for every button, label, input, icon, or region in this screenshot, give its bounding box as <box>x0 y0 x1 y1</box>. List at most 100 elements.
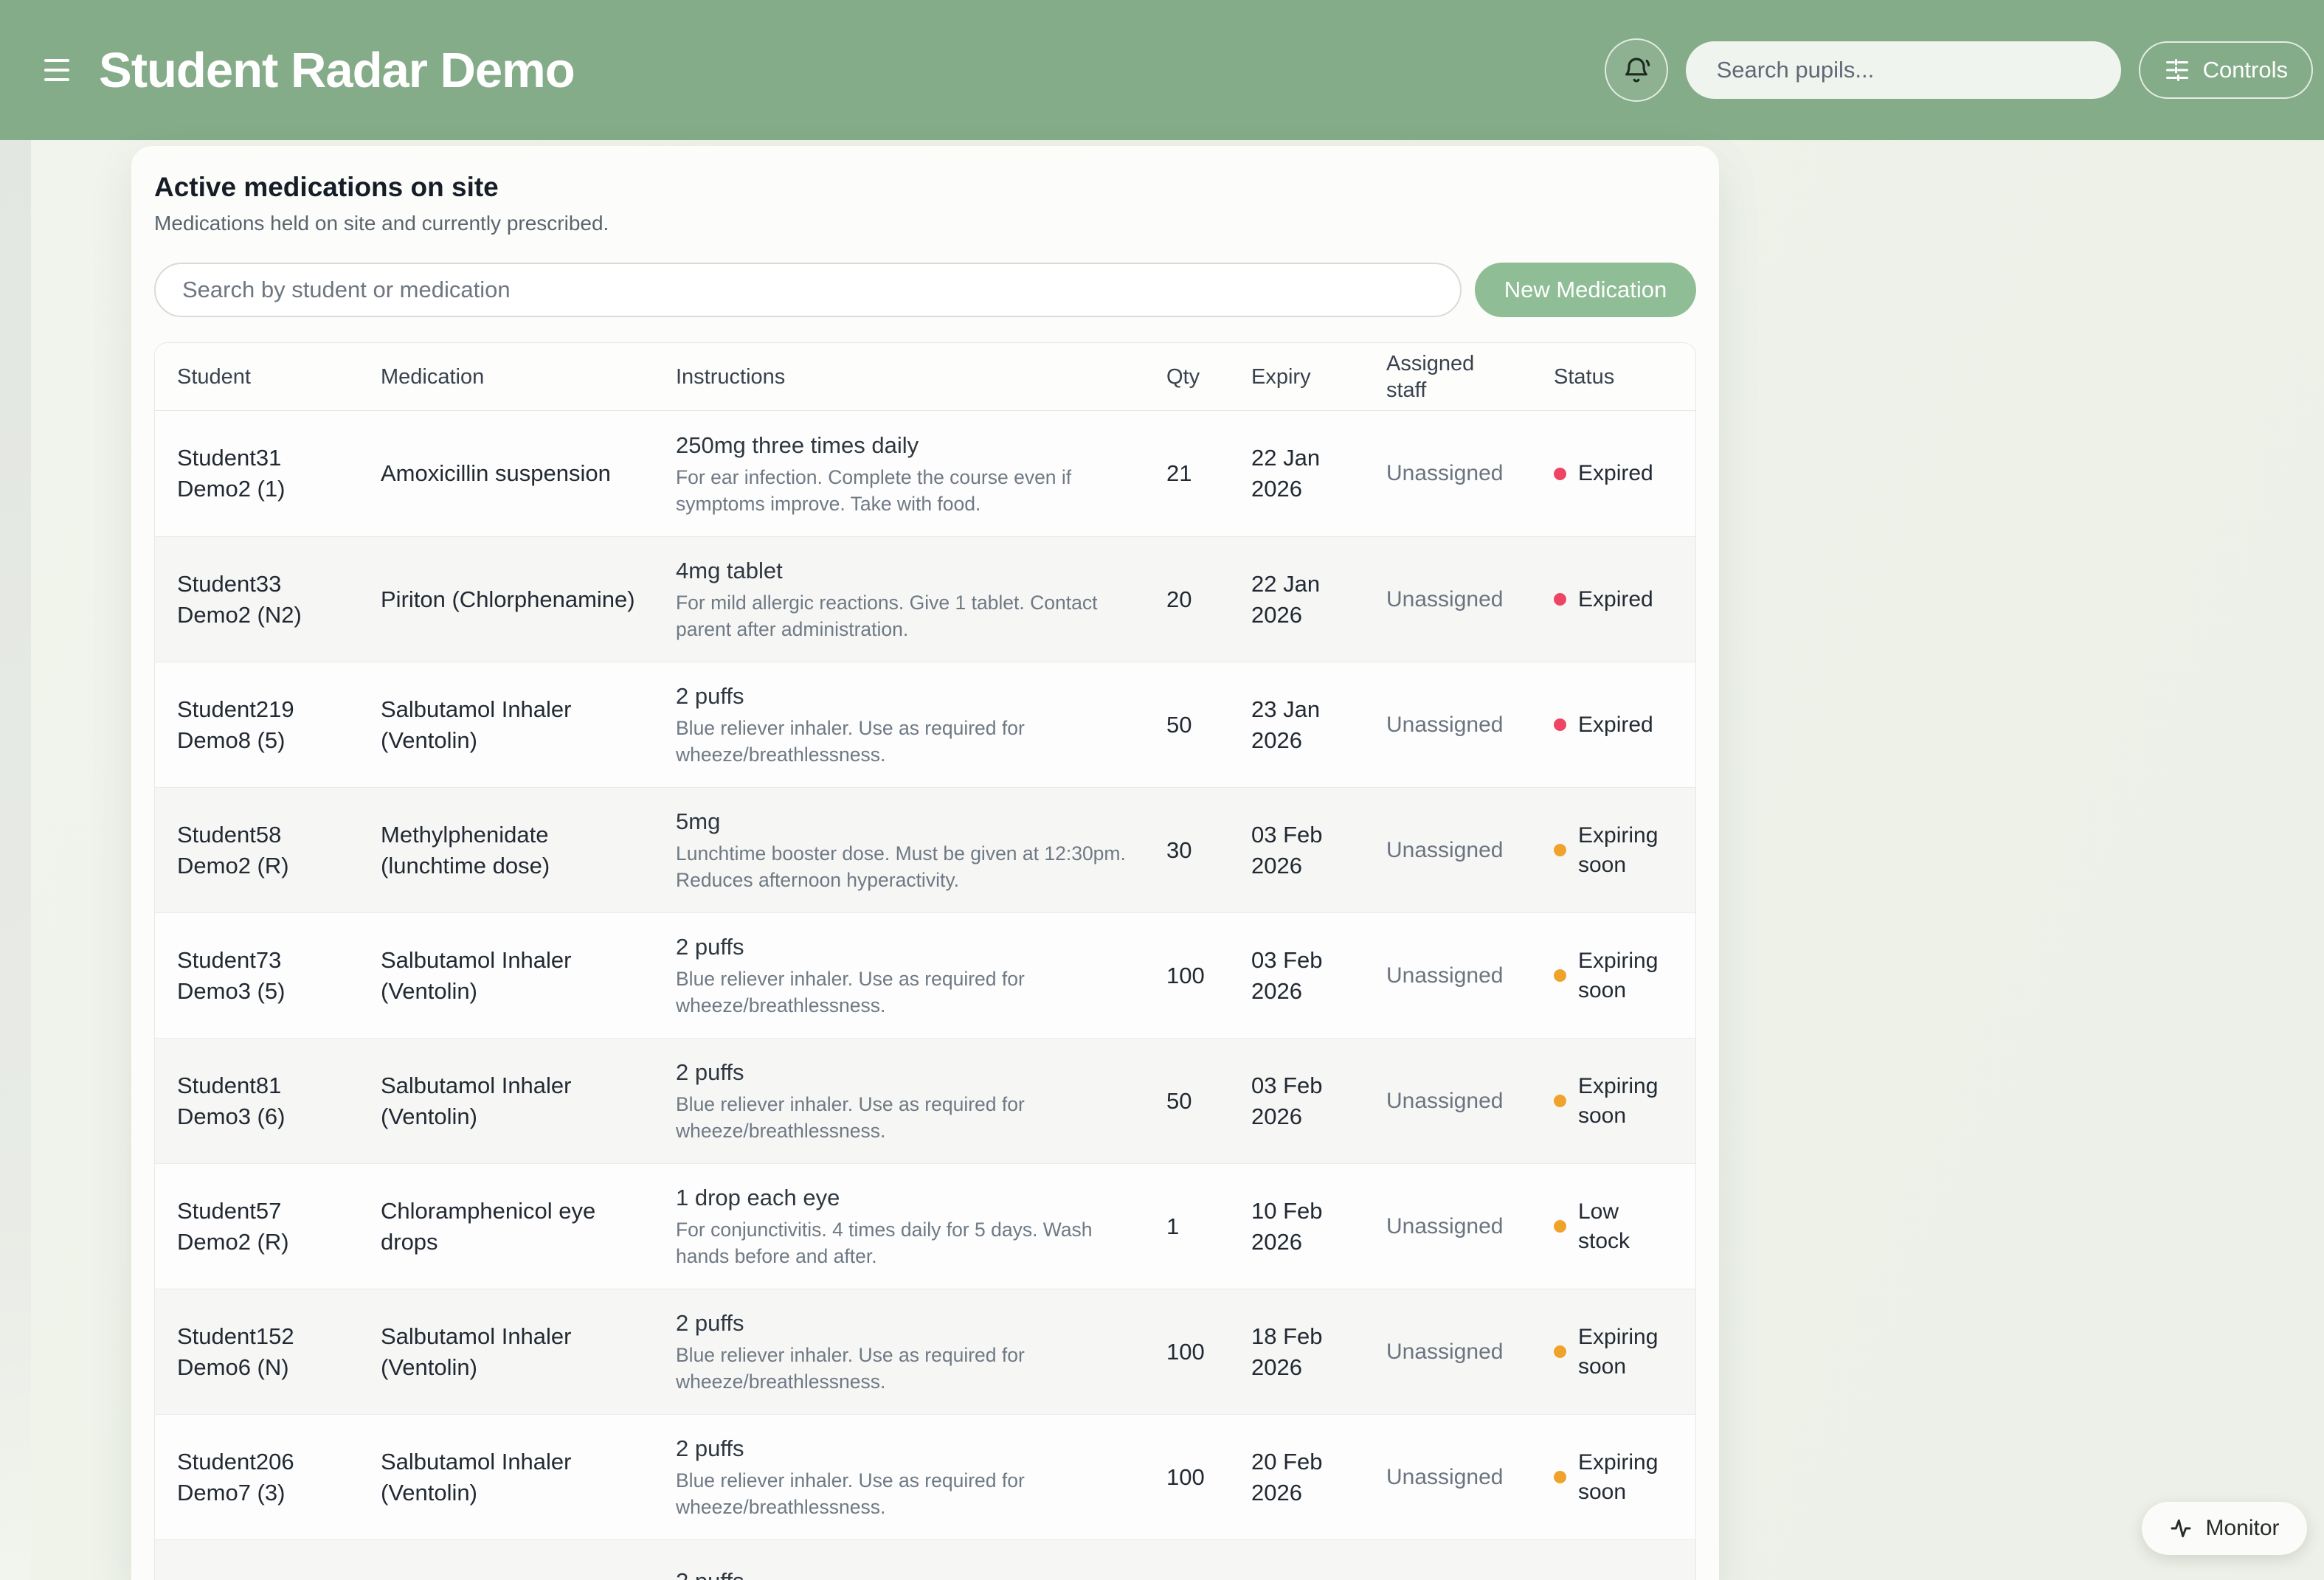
hamburger-menu-button[interactable] <box>44 52 78 89</box>
table-row: Student81Demo3 (6)Salbutamol Inhaler (Ve… <box>155 1038 1695 1163</box>
medication-cell: Piriton (Chlorphenamine) <box>381 584 676 615</box>
status-badge: Expired <box>1578 710 1653 740</box>
medication-cell: Salbutamol Inhaler (Ventolin) <box>381 1070 676 1132</box>
student-cell: Student73Demo3 (5) <box>177 945 381 1007</box>
medication-cell: Salbutamol Inhaler (Ventolin) <box>381 694 676 756</box>
table-row: Student206Demo7 (3)Salbutamol Inhaler (V… <box>155 1414 1695 1539</box>
status-cell: Expired <box>1554 710 1695 740</box>
qty-cell: 100 <box>1166 1339 1251 1365</box>
table-row: 2 puffs <box>155 1539 1695 1580</box>
expiry-cell: 22 Jan2026 <box>1251 443 1386 505</box>
monitor-button[interactable]: Monitor <box>2142 1502 2307 1555</box>
assigned-staff-cell: Unassigned <box>1386 587 1554 612</box>
instructions-cell: 1 drop each eyeFor conjunctivitis. 4 tim… <box>676 1183 1166 1269</box>
student-cell: Student81Demo3 (6) <box>177 1070 381 1132</box>
status-cell: Expiring soon <box>1554 946 1695 1005</box>
medication-cell: Amoxicillin suspension <box>381 458 676 489</box>
status-badge: Low stock <box>1578 1197 1673 1256</box>
app-header: Student Radar Demo <box>0 0 2324 140</box>
new-medication-button[interactable]: New Medication <box>1475 263 1696 317</box>
menu-icon <box>44 59 69 62</box>
table-row: Student58Demo2 (R)Methylphenidate (lunch… <box>155 787 1695 912</box>
expiry-cell: 22 Jan2026 <box>1251 569 1386 631</box>
expiry-cell: 18 Feb2026 <box>1251 1321 1386 1383</box>
status-badge: Expiring soon <box>1578 1072 1673 1131</box>
table-row: Student33Demo2 (N2)Piriton (Chlorphenami… <box>155 536 1695 662</box>
controls-button-label: Controls <box>2203 57 2288 83</box>
menu-icon <box>44 69 69 72</box>
medications-table: StudentMedicationInstructionsQtyExpiryAs… <box>154 342 1696 1580</box>
table-row: Student152Demo6 (N)Salbutamol Inhaler (V… <box>155 1289 1695 1414</box>
instructions-cell: 2 puffsBlue reliever inhaler. Use as req… <box>676 932 1166 1019</box>
expiry-cell: 03 Feb2026 <box>1251 1070 1386 1132</box>
instructions-cell: 2 puffsBlue reliever inhaler. Use as req… <box>676 1058 1166 1144</box>
status-dot-icon <box>1554 969 1566 982</box>
card-title: Active medications on site <box>154 171 1696 204</box>
table-row: Student219Demo8 (5)Salbutamol Inhaler (V… <box>155 662 1695 787</box>
qty-cell: 50 <box>1166 1088 1251 1115</box>
column-header: Status <box>1554 364 1695 390</box>
card-subtitle: Medications held on site and currently p… <box>154 211 1696 236</box>
instructions-cell: 2 puffsBlue reliever inhaler. Use as req… <box>676 1309 1166 1395</box>
column-header: Expiry <box>1251 364 1386 390</box>
status-badge: Expiring soon <box>1578 946 1673 1005</box>
student-cell: Student219Demo8 (5) <box>177 694 381 756</box>
medications-table-header: StudentMedicationInstructionsQtyExpiryAs… <box>155 343 1695 411</box>
status-badge: Expiring soon <box>1578 1323 1673 1382</box>
appbar-actions: Controls <box>1605 38 2313 102</box>
qty-cell: 30 <box>1166 837 1251 864</box>
qty-cell: 20 <box>1166 586 1251 613</box>
expiry-cell: 23 Jan2026 <box>1251 694 1386 756</box>
status-dot-icon <box>1554 718 1566 731</box>
status-dot-icon <box>1554 1220 1566 1233</box>
expiry-cell: 03 Feb2026 <box>1251 945 1386 1007</box>
status-cell: Expiring soon <box>1554 1072 1695 1131</box>
assigned-staff-cell: Unassigned <box>1386 713 1554 738</box>
status-dot-icon <box>1554 468 1566 480</box>
student-cell: Student57Demo2 (R) <box>177 1196 381 1258</box>
notifications-button[interactable] <box>1605 38 1668 102</box>
card-search-row: New Medication <box>154 263 1696 317</box>
qty-cell: 1 <box>1166 1213 1251 1240</box>
status-dot-icon <box>1554 1345 1566 1358</box>
app-title: Student Radar Demo <box>99 0 575 140</box>
page: Student Radar Demo <box>0 0 2324 1580</box>
expiry-cell: 10 Feb2026 <box>1251 1196 1386 1258</box>
page-left-gutter <box>0 140 31 1580</box>
medication-search-input[interactable] <box>154 263 1462 317</box>
medications-table-body: Student31Demo2 (1)Amoxicillin suspension… <box>155 411 1695 1580</box>
assigned-staff-cell: Unassigned <box>1386 461 1554 486</box>
status-cell: Expiring soon <box>1554 821 1695 880</box>
student-cell: Student152Demo6 (N) <box>177 1321 381 1383</box>
column-header: Assigned staff <box>1386 350 1554 403</box>
qty-cell: 100 <box>1166 1464 1251 1491</box>
status-badge: Expiring soon <box>1578 1448 1673 1507</box>
column-header: Student <box>177 364 381 390</box>
table-row: Student73Demo3 (5)Salbutamol Inhaler (Ve… <box>155 912 1695 1038</box>
bell-icon <box>1622 55 1651 85</box>
status-dot-icon <box>1554 1095 1566 1107</box>
status-badge: Expired <box>1578 585 1653 614</box>
search-input[interactable] <box>1686 41 2121 99</box>
assigned-staff-cell: Unassigned <box>1386 1465 1554 1490</box>
status-dot-icon <box>1554 844 1566 856</box>
status-cell: Expiring soon <box>1554 1323 1695 1382</box>
status-cell: Expiring soon <box>1554 1448 1695 1507</box>
instructions-cell: 2 puffsBlue reliever inhaler. Use as req… <box>676 682 1166 768</box>
assigned-staff-cell: Unassigned <box>1386 1340 1554 1365</box>
medication-cell: Salbutamol Inhaler (Ventolin) <box>381 1321 676 1383</box>
student-cell: Student31Demo2 (1) <box>177 443 381 505</box>
status-cell: Expired <box>1554 459 1695 488</box>
qty-cell: 100 <box>1166 963 1251 989</box>
medication-cell: Chloramphenicol eye drops <box>381 1196 676 1258</box>
qty-cell: 21 <box>1166 460 1251 487</box>
table-row: Student57Demo2 (R)Chloramphenicol eye dr… <box>155 1163 1695 1289</box>
instructions-cell: 4mg tabletFor mild allergic reactions. G… <box>676 556 1166 642</box>
status-dot-icon <box>1554 593 1566 606</box>
status-cell: Expired <box>1554 585 1695 614</box>
expiry-cell: 20 Feb2026 <box>1251 1446 1386 1508</box>
controls-button[interactable]: Controls <box>2139 41 2313 99</box>
column-header: Medication <box>381 364 676 390</box>
medication-cell: Methylphenidate (lunchtime dose) <box>381 820 676 881</box>
sliders-icon <box>2164 57 2190 83</box>
